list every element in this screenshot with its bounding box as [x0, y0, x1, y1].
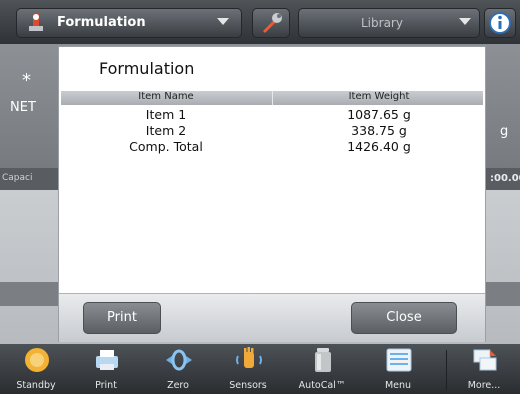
- toolbar-label: Menu: [384, 380, 412, 391]
- more-icon: [473, 349, 497, 371]
- zero-button[interactable]: Zero: [146, 344, 210, 394]
- column-header-item-name: Item Name: [138, 91, 194, 102]
- chevron-down-icon: [459, 18, 471, 25]
- info-icon: [489, 12, 511, 34]
- column-header-item-weight: Item Weight: [348, 91, 410, 102]
- toolbar-label: More...: [467, 380, 501, 391]
- calibration-weight-icon: [315, 348, 331, 372]
- weight-unit: g: [500, 124, 509, 139]
- formulation-dialog: Formulation Item Name Item Weight Item 1…: [58, 46, 486, 342]
- wrench-icon: [263, 13, 282, 33]
- autocal-button[interactable]: AutoCal™: [290, 344, 354, 394]
- formulation-table: Item 1 1087.65 g Item 2 338.75 g Comp. T…: [61, 107, 483, 155]
- dialog-title: Formulation: [99, 59, 195, 78]
- library-selector[interactable]: Library: [298, 8, 480, 38]
- print-button[interactable]: Print: [83, 302, 161, 334]
- application-label: Formulation: [57, 15, 146, 30]
- top-bar: Formulation Library: [0, 0, 520, 44]
- item-name: Comp. Total: [129, 139, 203, 154]
- toolbar-label: Zero: [167, 380, 189, 391]
- sensors-button[interactable]: Sensors: [216, 344, 280, 394]
- item-name: Item 1: [145, 107, 187, 122]
- menu-icon: [386, 348, 412, 372]
- zero-icon: [166, 349, 192, 371]
- dialog-footer: Print Close: [59, 293, 485, 342]
- item-weight: 1426.40 g: [347, 139, 411, 154]
- table-row: Item 1 1087.65 g: [61, 107, 483, 123]
- print-toolbar-button[interactable]: Print: [74, 344, 138, 394]
- toolbar-divider: [446, 350, 447, 390]
- bottom-toolbar: Standby Print Zero Sensors AutoCal™ Menu…: [0, 344, 520, 394]
- library-label: Library: [361, 16, 403, 30]
- net-indicator: NET: [10, 100, 36, 115]
- toolbar-label: Sensors: [229, 380, 267, 391]
- menu-button[interactable]: Menu: [366, 344, 430, 394]
- item-name: Item 2: [145, 123, 187, 138]
- formulation-app-icon: [29, 14, 43, 31]
- table-header: Item Name Item Weight: [61, 91, 483, 105]
- column-divider: [272, 91, 273, 105]
- toolbar-label: Print: [95, 380, 117, 391]
- close-button[interactable]: Close: [351, 302, 457, 334]
- toolbar-label: Standby: [16, 380, 56, 391]
- more-button[interactable]: More...: [452, 344, 516, 394]
- application-selector[interactable]: Formulation: [16, 8, 242, 38]
- application-setup-button[interactable]: [252, 8, 290, 38]
- printer-icon: [96, 350, 118, 370]
- standby-button[interactable]: Standby: [4, 344, 68, 394]
- table-row: Item 2 338.75 g: [61, 123, 483, 139]
- item-weight: 338.75 g: [351, 123, 407, 138]
- item-weight: 1087.65 g: [347, 107, 411, 122]
- table-row: Comp. Total 1426.40 g: [61, 139, 483, 155]
- info-button[interactable]: [484, 8, 516, 38]
- toolbar-label: AutoCal™: [298, 380, 346, 391]
- capacity-value: :00.00: [490, 173, 520, 184]
- standby-icon: [25, 348, 49, 372]
- capacity-label: Capaci: [2, 173, 33, 183]
- chevron-down-icon: [217, 18, 229, 25]
- stability-indicator: *: [22, 70, 31, 91]
- hand-sensor-icon: [236, 347, 262, 368]
